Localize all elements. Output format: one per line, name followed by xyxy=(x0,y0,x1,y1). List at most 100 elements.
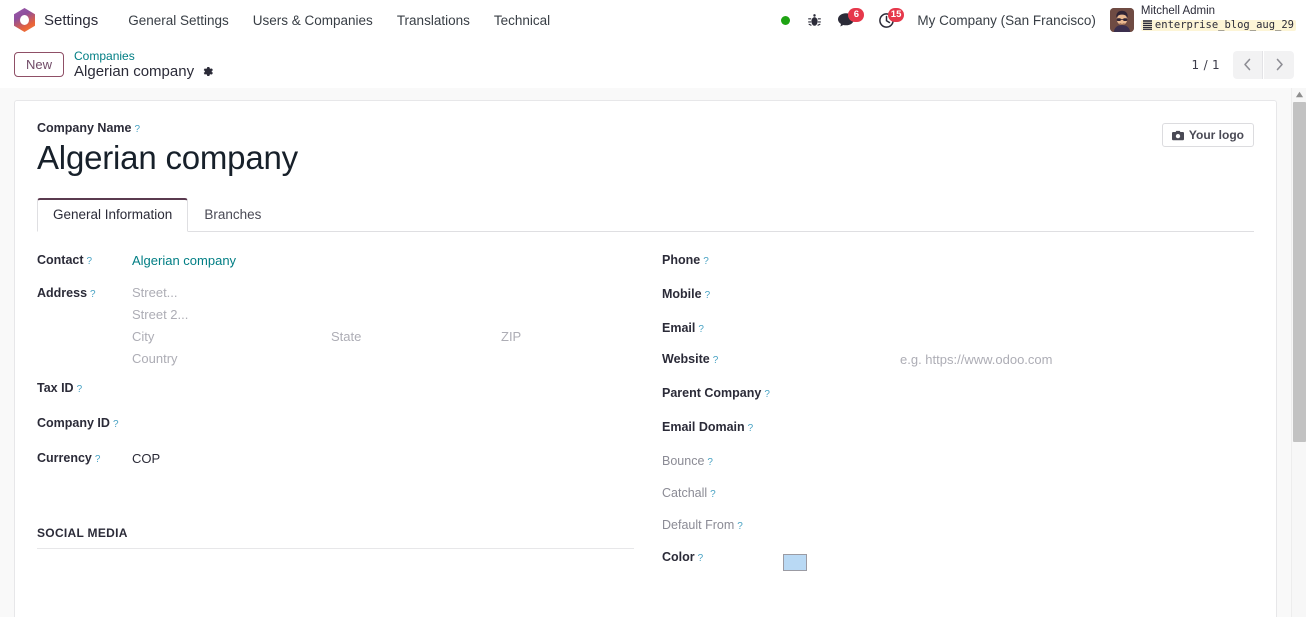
help-icon[interactable]: ? xyxy=(698,324,704,335)
help-icon[interactable]: ? xyxy=(705,290,711,301)
company-form-sheet: Your logo Company Name ? Algerian compan… xyxy=(14,100,1277,617)
phone-input[interactable] xyxy=(783,249,1254,268)
parent-company-input[interactable] xyxy=(783,382,1254,401)
notebook-tabs: General Information Branches xyxy=(37,198,1254,232)
control-panel: New Companies Algerian company 1 / 1 xyxy=(0,41,1306,88)
address-state-input[interactable]: State xyxy=(331,329,501,344)
website-input[interactable]: e.g. https://www.odoo.com xyxy=(783,348,1254,367)
breadcrumb-companies[interactable]: Companies xyxy=(74,49,214,63)
help-icon[interactable]: ? xyxy=(707,457,713,468)
company-id-input[interactable] xyxy=(132,412,662,431)
contact-label-text: Contact xyxy=(37,252,84,267)
contact-label: Contact ? xyxy=(37,249,132,267)
email-domain-label: Email Domain ? xyxy=(662,416,783,434)
user-avatar xyxy=(1109,8,1134,32)
address-country-input[interactable]: Country xyxy=(132,351,662,366)
address-zip-input[interactable]: ZIP xyxy=(501,329,521,344)
address-city-input[interactable]: City xyxy=(132,329,331,344)
vertical-scrollbar[interactable] xyxy=(1291,88,1306,617)
mobile-input[interactable] xyxy=(783,283,1254,302)
pager-previous-button[interactable] xyxy=(1233,50,1263,79)
database-tag: enterprise_blog_aug_29 xyxy=(1140,18,1296,32)
company-switcher[interactable]: My Company (San Francisco) xyxy=(917,13,1096,28)
app-name[interactable]: Settings xyxy=(44,12,110,29)
help-icon[interactable]: ? xyxy=(90,289,96,300)
address-label-text: Address xyxy=(37,285,88,300)
messages-badge: 6 xyxy=(848,8,865,22)
help-icon[interactable]: ? xyxy=(737,521,743,532)
nav-item-technical[interactable]: Technical xyxy=(482,0,562,41)
help-icon[interactable]: ? xyxy=(77,384,83,395)
database-name: enterprise_blog_aug_29 xyxy=(1154,18,1294,31)
contact-value[interactable]: Algerian company xyxy=(132,249,662,268)
email-domain-label-text: Email Domain xyxy=(662,419,745,434)
bug-icon[interactable] xyxy=(801,8,827,32)
field-currency: Currency ? COP xyxy=(37,447,662,474)
nav-item-translations[interactable]: Translations xyxy=(385,0,482,41)
bounce-label: Bounce ? xyxy=(662,450,783,468)
address-city-state-zip-row: City State ZIP xyxy=(132,329,662,344)
bounce-label-text: Bounce xyxy=(662,453,705,468)
email-input[interactable] xyxy=(783,317,1254,336)
camera-icon xyxy=(1171,130,1184,140)
catchall-label-text: Catchall xyxy=(662,485,708,500)
company-name-label-text: Company Name xyxy=(37,121,132,135)
address-group: Street... Street 2... City State ZIP Cou… xyxy=(132,282,662,373)
pager: 1 / 1 xyxy=(1192,50,1294,79)
help-icon[interactable]: ? xyxy=(87,256,93,267)
catchall-label: Catchall ? xyxy=(662,482,783,500)
tax-id-input[interactable] xyxy=(132,377,662,396)
activities-badge: 15 xyxy=(887,8,905,22)
field-company-id: Company ID ? xyxy=(37,412,662,439)
field-address: Address ? Street... Street 2... City Sta… xyxy=(37,282,662,373)
currency-value[interactable]: COP xyxy=(132,447,662,466)
help-icon[interactable]: ? xyxy=(698,553,704,564)
company-id-label-text: Company ID xyxy=(37,415,110,430)
pager-next-button[interactable] xyxy=(1264,50,1294,79)
mobile-label-text: Mobile xyxy=(662,286,702,301)
help-icon[interactable]: ? xyxy=(713,355,719,366)
breadcrumb-current-label: Algerian company xyxy=(74,62,195,80)
mobile-label: Mobile ? xyxy=(662,283,783,301)
website-label-text: Website xyxy=(662,351,710,366)
nav-item-general-settings[interactable]: General Settings xyxy=(116,0,241,41)
chevron-right-icon xyxy=(1276,58,1283,71)
company-id-label: Company ID ? xyxy=(37,412,132,430)
catchall-value xyxy=(783,482,1254,501)
your-logo-label: Your logo xyxy=(1188,128,1244,142)
help-icon[interactable]: ? xyxy=(703,256,709,267)
social-media-section-title: SOCIAL MEDIA xyxy=(37,526,634,549)
user-menu[interactable]: Mitchell Admin enterprise_blog_aug_29 xyxy=(1109,4,1296,36)
address-street-input[interactable]: Street... xyxy=(132,285,662,300)
company-name-input[interactable]: Algerian company xyxy=(37,139,1254,177)
user-name: Mitchell Admin xyxy=(1140,4,1216,17)
nav-item-users-companies[interactable]: Users & Companies xyxy=(241,0,385,41)
help-icon[interactable]: ? xyxy=(710,489,716,500)
your-logo-button[interactable]: Your logo xyxy=(1161,123,1254,147)
breadcrumb: Companies Algerian company xyxy=(74,49,214,81)
tab-branches[interactable]: Branches xyxy=(188,199,277,232)
email-domain-input[interactable] xyxy=(783,416,1254,435)
color-swatch[interactable] xyxy=(783,553,807,571)
color-label: Color ? xyxy=(662,546,783,564)
help-icon[interactable]: ? xyxy=(748,423,754,434)
color-label-text: Color xyxy=(662,549,695,564)
field-parent-company: Parent Company ? xyxy=(662,382,1254,409)
new-button[interactable]: New xyxy=(14,51,65,78)
help-icon[interactable]: ? xyxy=(764,389,770,400)
scrollbar-thumb[interactable] xyxy=(1293,102,1306,442)
help-icon[interactable]: ? xyxy=(95,454,101,465)
company-name-label: Company Name ? xyxy=(37,121,140,135)
odoo-logo-icon[interactable] xyxy=(14,8,35,32)
help-icon[interactable]: ? xyxy=(113,419,119,430)
scroll-up-arrow-icon[interactable] xyxy=(1295,90,1304,99)
activities-clock-icon[interactable]: 15 xyxy=(873,8,905,32)
field-bounce: Bounce ? xyxy=(662,450,1254,477)
systray: 6 15 xyxy=(777,8,905,32)
help-icon[interactable]: ? xyxy=(134,124,140,135)
gear-icon[interactable] xyxy=(201,65,214,78)
messages-icon[interactable]: 6 xyxy=(833,8,865,32)
field-tax-id: Tax ID ? xyxy=(37,377,662,404)
tab-general-information[interactable]: General Information xyxy=(37,198,189,232)
address-street2-input[interactable]: Street 2... xyxy=(132,307,662,322)
